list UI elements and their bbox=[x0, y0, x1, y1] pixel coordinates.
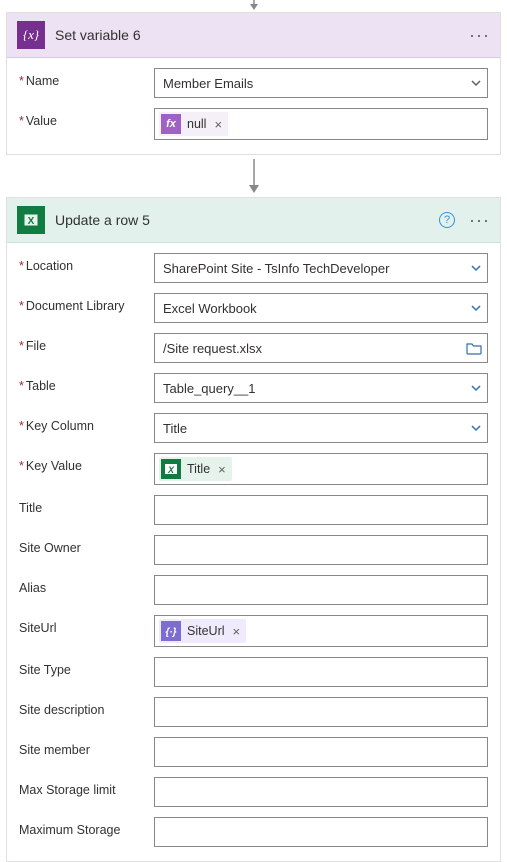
maximum-storage-row: Maximum Storage bbox=[19, 817, 488, 847]
title-row: Title bbox=[19, 495, 488, 525]
title-input[interactable] bbox=[154, 495, 488, 525]
file-picker-icon[interactable] bbox=[466, 341, 482, 355]
name-label: Name bbox=[19, 68, 154, 88]
set-variable-card: {x} Set variable 6 ··· Name Member Email… bbox=[6, 12, 501, 155]
location-value: SharePoint Site - TsInfo TechDeveloper bbox=[163, 261, 389, 276]
chevron-down-icon[interactable] bbox=[470, 382, 482, 394]
svg-text:{·}: {·} bbox=[165, 627, 176, 638]
fx-null-token[interactable]: fx null × bbox=[159, 112, 228, 136]
key-column-row: Key Column Title bbox=[19, 413, 488, 443]
file-label: File bbox=[19, 333, 154, 353]
key-column-input[interactable]: Title bbox=[154, 413, 488, 443]
update-row-header[interactable]: X Update a row 5 ? ··· bbox=[7, 198, 500, 243]
token-remove-icon[interactable]: × bbox=[218, 462, 226, 477]
max-storage-limit-input[interactable] bbox=[154, 777, 488, 807]
value-token-text: null bbox=[187, 117, 206, 131]
variable-icon: {x} bbox=[17, 21, 45, 49]
site-description-label: Site description bbox=[19, 697, 154, 717]
key-column-label: Key Column bbox=[19, 413, 154, 433]
alias-label: Alias bbox=[19, 575, 154, 595]
document-library-input[interactable]: Excel Workbook bbox=[154, 293, 488, 323]
value-input[interactable]: fx null × bbox=[154, 108, 488, 140]
table-row: Table Table_query__1 bbox=[19, 373, 488, 403]
chevron-down-icon[interactable] bbox=[470, 422, 482, 434]
value-row: Value fx null × bbox=[19, 108, 488, 140]
max-storage-limit-row: Max Storage limit bbox=[19, 777, 488, 807]
help-icon[interactable]: ? bbox=[439, 212, 455, 228]
location-row: Location SharePoint Site - TsInfo TechDe… bbox=[19, 253, 488, 283]
flow-arrow-connector bbox=[0, 155, 507, 197]
key-value-label: Key Value bbox=[19, 453, 154, 473]
maximum-storage-input[interactable] bbox=[154, 817, 488, 847]
max-storage-limit-label: Max Storage limit bbox=[19, 777, 154, 797]
name-value: Member Emails bbox=[163, 76, 253, 91]
location-label: Location bbox=[19, 253, 154, 273]
key-column-value: Title bbox=[163, 421, 187, 436]
key-value-token-text: Title bbox=[187, 462, 210, 476]
svg-text:X: X bbox=[167, 465, 175, 475]
svg-text:{x}: {x} bbox=[23, 27, 40, 42]
excel-icon: X bbox=[17, 206, 45, 234]
file-row: File /Site request.xlsx bbox=[19, 333, 488, 363]
document-library-label: Document Library bbox=[19, 293, 154, 313]
document-library-row: Document Library Excel Workbook bbox=[19, 293, 488, 323]
value-label: Value bbox=[19, 108, 154, 128]
location-input[interactable]: SharePoint Site - TsInfo TechDeveloper bbox=[154, 253, 488, 283]
site-type-row: Site Type bbox=[19, 657, 488, 687]
key-value-row: Key Value X Title × bbox=[19, 453, 488, 485]
maximum-storage-label: Maximum Storage bbox=[19, 817, 154, 837]
file-value: /Site request.xlsx bbox=[163, 341, 262, 356]
name-dropdown-chevron-icon[interactable] bbox=[470, 77, 482, 89]
set-variable-header[interactable]: {x} Set variable 6 ··· bbox=[7, 13, 500, 58]
excel-token-icon: X bbox=[161, 459, 181, 479]
file-input[interactable]: /Site request.xlsx bbox=[154, 333, 488, 363]
name-row: Name Member Emails bbox=[19, 68, 488, 98]
site-member-input[interactable] bbox=[154, 737, 488, 767]
dynamic-content-icon: {·} bbox=[161, 621, 181, 641]
site-description-row: Site description bbox=[19, 697, 488, 727]
name-input[interactable]: Member Emails bbox=[154, 68, 488, 98]
flow-arrow-in bbox=[0, 0, 507, 12]
site-owner-row: Site Owner bbox=[19, 535, 488, 565]
set-variable-title: Set variable 6 bbox=[55, 27, 459, 43]
table-input[interactable]: Table_query__1 bbox=[154, 373, 488, 403]
update-row-title: Update a row 5 bbox=[55, 212, 429, 228]
site-type-input[interactable] bbox=[154, 657, 488, 687]
excel-title-token[interactable]: X Title × bbox=[159, 457, 232, 481]
table-value: Table_query__1 bbox=[163, 381, 256, 396]
site-member-row: Site member bbox=[19, 737, 488, 767]
title-label: Title bbox=[19, 495, 154, 515]
siteurl-row: SiteUrl {·} SiteUrl × bbox=[19, 615, 488, 647]
site-owner-label: Site Owner bbox=[19, 535, 154, 555]
alias-row: Alias bbox=[19, 575, 488, 605]
siteurl-token-text: SiteUrl bbox=[187, 624, 225, 638]
siteurl-input[interactable]: {·} SiteUrl × bbox=[154, 615, 488, 647]
update-row-card: X Update a row 5 ? ··· Location SharePoi… bbox=[6, 197, 501, 862]
token-remove-icon[interactable]: × bbox=[214, 117, 222, 132]
update-row-body: Location SharePoint Site - TsInfo TechDe… bbox=[7, 243, 500, 861]
token-remove-icon[interactable]: × bbox=[233, 624, 241, 639]
site-owner-input[interactable] bbox=[154, 535, 488, 565]
more-menu-button[interactable]: ··· bbox=[469, 210, 490, 231]
site-description-input[interactable] bbox=[154, 697, 488, 727]
svg-text:X: X bbox=[28, 216, 35, 227]
fx-icon: fx bbox=[161, 114, 181, 134]
alias-input[interactable] bbox=[154, 575, 488, 605]
document-library-value: Excel Workbook bbox=[163, 301, 257, 316]
table-label: Table bbox=[19, 373, 154, 393]
siteurl-label: SiteUrl bbox=[19, 615, 154, 635]
chevron-down-icon[interactable] bbox=[470, 302, 482, 314]
set-variable-body: Name Member Emails Value fx null × bbox=[7, 58, 500, 154]
chevron-down-icon[interactable] bbox=[470, 262, 482, 274]
site-member-label: Site member bbox=[19, 737, 154, 757]
site-type-label: Site Type bbox=[19, 657, 154, 677]
key-value-input[interactable]: X Title × bbox=[154, 453, 488, 485]
more-menu-button[interactable]: ··· bbox=[469, 25, 490, 46]
siteurl-token[interactable]: {·} SiteUrl × bbox=[159, 619, 246, 643]
